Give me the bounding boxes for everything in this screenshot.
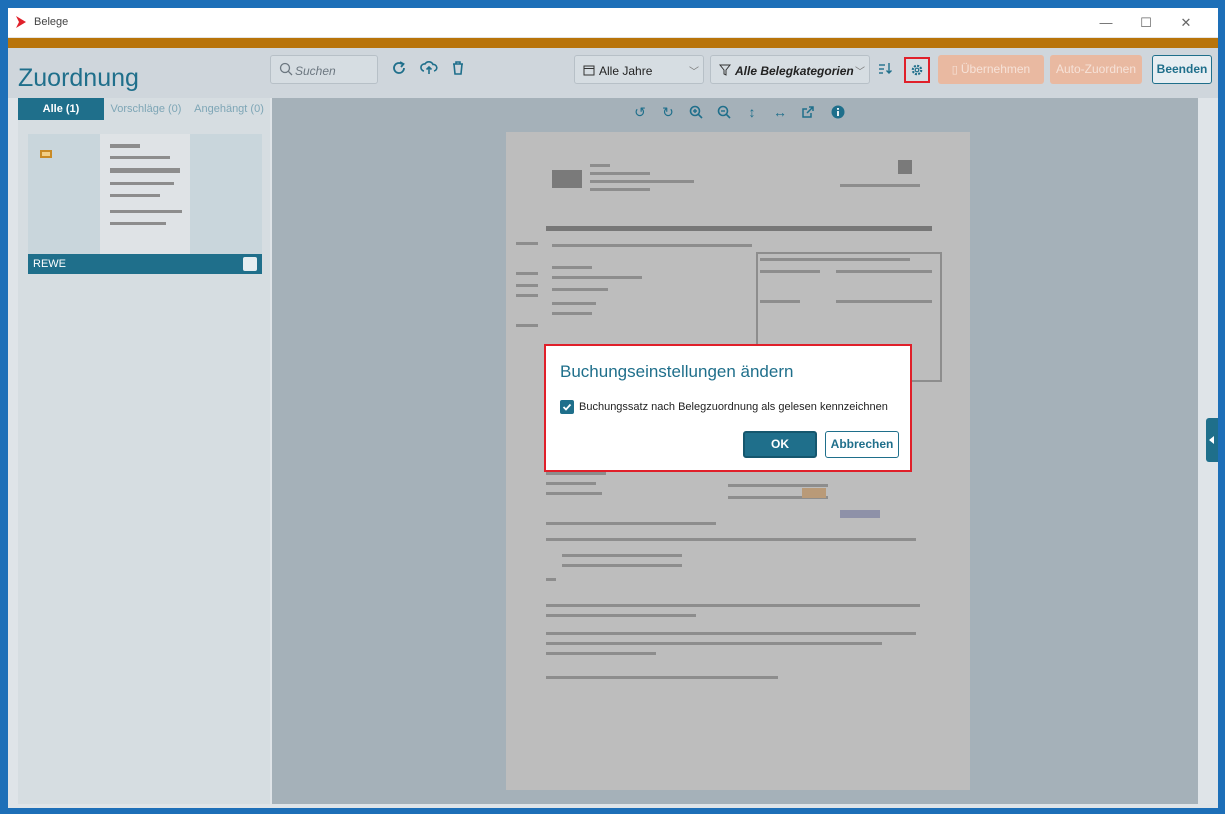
fit-height-icon[interactable]: ↕ <box>744 104 760 120</box>
document-thumbnail[interactable] <box>100 134 190 254</box>
calendar-icon <box>583 65 595 76</box>
upload-icon[interactable] <box>420 59 438 77</box>
chevron-down-icon: ﹀ <box>689 67 699 78</box>
category-filter-label: Alle Belegkategorien <box>735 64 854 78</box>
ok-button[interactable]: OK <box>743 431 817 458</box>
close-button[interactable]: ✕ <box>1166 12 1206 34</box>
document-card-footer: REWE <box>28 254 262 274</box>
booking-settings-dialog: Buchungseinstellungen ändern Buchungssat… <box>544 344 912 472</box>
refresh-icon[interactable] <box>390 59 408 77</box>
document-select-checkbox[interactable] <box>243 257 257 271</box>
chevron-down-icon: ﹀ <box>855 67 865 78</box>
auto-zuordnen-button[interactable]: Auto-Zuordnen <box>1050 55 1142 84</box>
cancel-button[interactable]: Abbrechen <box>825 431 899 458</box>
beenden-label: Beenden <box>1156 62 1208 76</box>
rotate-left-icon[interactable]: ↺ <box>632 104 648 120</box>
accent-bar <box>8 38 1218 48</box>
auto-zuordnen-label: Auto-Zuordnen <box>1055 62 1137 76</box>
minimize-button[interactable]: — <box>1086 12 1126 34</box>
viewer-toolbar: ↺ ↻ ↕ ↔ <box>272 98 1198 126</box>
year-filter-label: Alle Jahre <box>599 64 653 78</box>
side-panel-toggle[interactable] <box>1206 418 1218 462</box>
open-external-icon[interactable] <box>800 104 816 120</box>
maximize-button[interactable]: ☐ <box>1126 12 1166 34</box>
document-list-pane: Alle (1) Vorschläge (0) Angehängt (0) RE… <box>18 98 270 804</box>
document-name: REWE <box>33 258 66 270</box>
year-filter-select[interactable]: Alle Jahre ﹀ <box>574 55 704 84</box>
filter-icon <box>719 64 731 76</box>
search-input[interactable]: Suchen <box>270 55 378 84</box>
settings-gear-icon <box>911 64 923 76</box>
title-bar: Belege — ☐ ✕ <box>8 8 1218 38</box>
receipt-flag-icon <box>40 150 52 158</box>
zoom-in-icon[interactable] <box>688 104 704 120</box>
info-icon[interactable] <box>830 104 846 120</box>
page-title: Zuordnung <box>18 64 139 92</box>
settings-button[interactable] <box>904 57 930 83</box>
mark-as-read-label: Buchungssatz nach Belegzuordnung als gel… <box>579 401 888 413</box>
toolbar: Zuordnung Suchen Alle Jahre ﹀ Alle Beleg… <box>8 48 1218 98</box>
fit-width-icon[interactable]: ↔ <box>772 104 788 120</box>
clipboard-icon: ▯ <box>951 64 961 76</box>
mark-as-read-checkbox[interactable] <box>560 400 574 414</box>
tab-alle[interactable]: Alle (1) <box>18 98 104 120</box>
zoom-out-icon[interactable] <box>716 104 732 120</box>
delete-icon[interactable] <box>449 59 467 77</box>
window-title: Belege <box>34 16 69 28</box>
checkmark-icon <box>562 403 572 411</box>
uebernehmen-button[interactable]: ▯ Übernehmen <box>938 55 1044 84</box>
belege-window: Belege — ☐ ✕ Zuordnung Suchen Alle Jahre… <box>8 8 1218 808</box>
uebernehmen-label: Übernehmen <box>960 62 1031 76</box>
app-logo-icon <box>16 16 26 28</box>
dialog-title: Buchungseinstellungen ändern <box>560 362 794 381</box>
tab-angehaengt[interactable]: Angehängt (0) <box>188 98 270 120</box>
tab-vorschlaege[interactable]: Vorschläge (0) <box>104 98 188 120</box>
document-card[interactable]: REWE <box>28 134 262 274</box>
sort-icon[interactable] <box>876 59 894 77</box>
beenden-button[interactable]: Beenden <box>1152 55 1212 84</box>
filter-tabs: Alle (1) Vorschläge (0) Angehängt (0) <box>18 98 270 120</box>
category-filter-select[interactable]: Alle Belegkategorien ﹀ <box>710 55 870 84</box>
rotate-right-icon[interactable]: ↻ <box>660 104 676 120</box>
search-icon <box>279 62 293 76</box>
search-placeholder: Suchen <box>295 64 336 78</box>
